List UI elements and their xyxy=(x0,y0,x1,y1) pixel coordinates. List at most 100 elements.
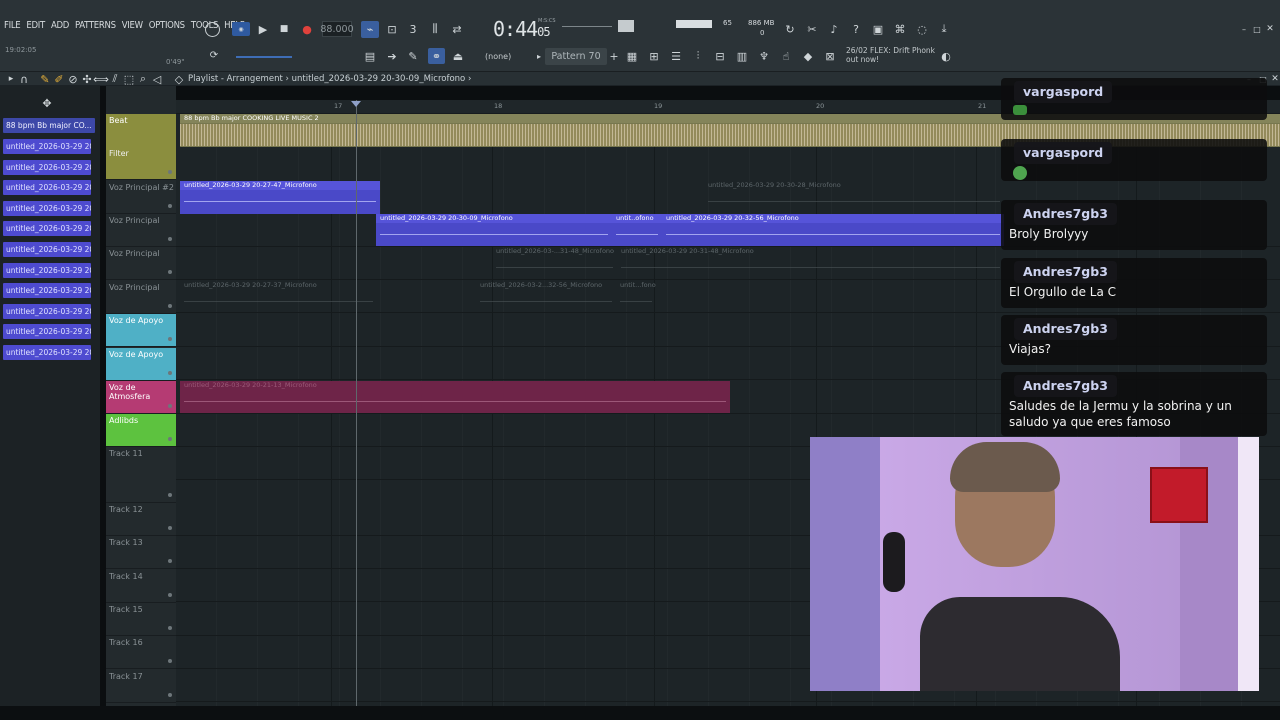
wait-input-icon[interactable]: ⊡ xyxy=(385,22,399,36)
zoom-tool-icon[interactable]: ⌕ xyxy=(136,72,150,86)
browser-item[interactable]: untitled_2026-03-29 20- xyxy=(3,180,91,196)
browser-item[interactable]: untitled_2026-03-29 20- xyxy=(3,303,91,319)
minimize-icon[interactable]: – xyxy=(1237,22,1251,36)
download-icon[interactable]: ⤓ xyxy=(937,22,951,36)
pencil-icon[interactable]: ✎ xyxy=(406,49,420,63)
track-header[interactable]: Voz de Apoyo xyxy=(106,314,176,347)
metronome-icon[interactable]: ⌁ xyxy=(361,21,379,38)
stamp-icon[interactable]: ⏏ xyxy=(451,49,465,63)
help-icon[interactable]: ? xyxy=(849,22,863,36)
playhead[interactable] xyxy=(356,100,357,706)
track-header[interactable]: Voz Principal #2 xyxy=(106,181,176,214)
metronome-dial-icon[interactable] xyxy=(205,22,220,37)
browser-item[interactable]: untitled_2026-03-29 20- xyxy=(3,221,91,237)
arrangement-icon[interactable]: ◇ xyxy=(172,72,186,86)
keyboard-icon[interactable]: ▤ xyxy=(363,49,377,63)
play-tool-icon[interactable]: ◁ xyxy=(150,72,164,86)
stop-icon[interactable]: ■ xyxy=(277,22,291,36)
clip-c2[interactable]: untitled_2026-03-29 20-30-28_Microfono xyxy=(704,181,1004,214)
track-mute-led-icon[interactable] xyxy=(168,659,172,663)
track-header[interactable]: Beat Filter xyxy=(106,114,176,180)
track-header[interactable]: Track 14 xyxy=(106,570,176,603)
slip-tool-icon[interactable]: ⟺ xyxy=(93,72,109,86)
browser-item[interactable]: untitled_2026-03-29 20- xyxy=(3,345,91,360)
tempo-display[interactable]: 88.000 xyxy=(320,21,354,37)
paint-tool-icon[interactable]: ✐ xyxy=(52,72,66,86)
track-mute-led-icon[interactable] xyxy=(168,337,172,341)
browser-item[interactable]: untitled_2026-03-29 20- xyxy=(3,200,91,216)
record-icon[interactable]: ● xyxy=(300,22,314,36)
play-icon[interactable]: ▶ xyxy=(256,22,270,36)
clip-c1[interactable]: untitled_2026-03-29 20-27-47_Microfono xyxy=(180,181,380,214)
track-mute-led-icon[interactable] xyxy=(168,270,172,274)
delete-tool-icon[interactable]: ⊘ xyxy=(66,72,80,86)
piano-roll-icon[interactable]: ⊞ xyxy=(647,49,661,63)
chat-icon[interactable]: ◌ xyxy=(915,22,929,36)
link-icon[interactable]: ⚭ xyxy=(428,48,445,64)
track-mute-led-icon[interactable] xyxy=(168,626,172,630)
maximize-icon[interactable]: □ xyxy=(1250,22,1264,36)
main-pitch-slider[interactable] xyxy=(236,56,292,58)
tuner-icon[interactable]: ♆ xyxy=(757,49,771,63)
arrow-icon[interactable]: ➔ xyxy=(385,49,399,63)
track-header[interactable]: Adlibds xyxy=(106,414,176,447)
track-header[interactable]: Voz de Atmosfera xyxy=(106,381,176,414)
track-mute-led-icon[interactable] xyxy=(168,170,172,174)
save-icon[interactable]: ▣ xyxy=(871,22,885,36)
mixer-icon[interactable]: ⫶ xyxy=(691,49,705,63)
cut-icon[interactable]: ✂ xyxy=(805,22,819,36)
track-header[interactable]: Track 15 xyxy=(106,603,176,636)
menu-add[interactable]: ADD xyxy=(51,20,69,31)
plugin-icon[interactable]: ⌘ xyxy=(893,22,907,36)
plugin-db-icon[interactable]: ▥ xyxy=(735,49,749,63)
browser-top-item[interactable]: 88 bpm Bb major CO... xyxy=(3,118,95,133)
mute-tool-icon[interactable]: ✣ xyxy=(80,72,94,86)
slice-tool-icon[interactable]: ⫽ xyxy=(108,72,122,86)
track-header[interactable]: Voz Principal xyxy=(106,214,176,247)
countdown-icon[interactable]: 3 xyxy=(406,22,420,36)
pattern-prev-icon[interactable]: ▸ xyxy=(532,49,546,63)
track-mute-led-icon[interactable] xyxy=(168,304,172,308)
track-mute-led-icon[interactable] xyxy=(168,493,172,497)
track-header[interactable]: Voz Principal xyxy=(106,247,176,280)
browser-move-icon[interactable]: ✥ xyxy=(40,96,54,110)
playlist-icon[interactable]: ▦ xyxy=(625,49,639,63)
browser-item[interactable]: untitled_2026-03-29 20- xyxy=(3,139,91,154)
track-header[interactable]: Track 12 xyxy=(106,503,176,536)
browser-item[interactable]: untitled_2026-03-29 20- xyxy=(3,283,91,299)
mouse-icon[interactable]: ◆ xyxy=(801,49,815,63)
touch-icon[interactable]: ☝ xyxy=(779,49,793,63)
track-header[interactable]: Track 13 xyxy=(106,536,176,569)
menu-options[interactable]: OPTIONS xyxy=(149,20,185,31)
track-mute-led-icon[interactable] xyxy=(168,593,172,597)
menu-file[interactable]: FILE xyxy=(4,20,21,31)
playhead-marker-icon[interactable] xyxy=(351,101,361,107)
pat-song-toggle[interactable]: ◉ xyxy=(232,22,250,36)
browser-item[interactable]: untitled_2026-03-29 20- xyxy=(3,242,91,257)
track-mute-led-icon[interactable] xyxy=(168,204,172,208)
browser-item[interactable]: untitled_2026-03-29 20- xyxy=(3,262,91,278)
browser-item[interactable]: untitled_2026-03-29 20- xyxy=(3,159,91,175)
menu-edit[interactable]: EDIT xyxy=(26,20,45,31)
track-header[interactable]: Voz de Apoyo xyxy=(106,348,176,381)
menu-view[interactable]: VIEW xyxy=(122,20,143,31)
cart-icon[interactable]: ⊠ xyxy=(823,49,837,63)
track-mute-led-icon[interactable] xyxy=(168,437,172,441)
track-mute-led-icon[interactable] xyxy=(168,559,172,563)
track-mute-led-icon[interactable] xyxy=(168,693,172,697)
pattern-selector[interactable]: Pattern 70 xyxy=(545,48,607,65)
track-header[interactable]: Voz Principal xyxy=(106,281,176,314)
draw-tool-icon[interactable]: ✎ xyxy=(38,72,52,86)
track-mute-led-icon[interactable] xyxy=(168,404,172,408)
select-tool-icon[interactable]: ⬚ xyxy=(122,72,136,86)
master-volume-knob[interactable] xyxy=(618,20,634,32)
track-header[interactable]: Track 17 xyxy=(106,670,176,703)
browser-icon[interactable]: ⊟ xyxy=(713,49,727,63)
menu-patterns[interactable]: PATTERNS xyxy=(75,20,116,31)
add-pattern-icon[interactable]: + xyxy=(607,49,621,63)
track-mute-led-icon[interactable] xyxy=(168,237,172,241)
magnet-icon[interactable]: ∩ xyxy=(17,72,31,86)
step-edit-icon[interactable]: ⫼ xyxy=(428,22,442,36)
playlist-close-icon[interactable]: ✕ xyxy=(1268,72,1280,86)
loop-record-icon[interactable]: ⇄ xyxy=(450,22,464,36)
